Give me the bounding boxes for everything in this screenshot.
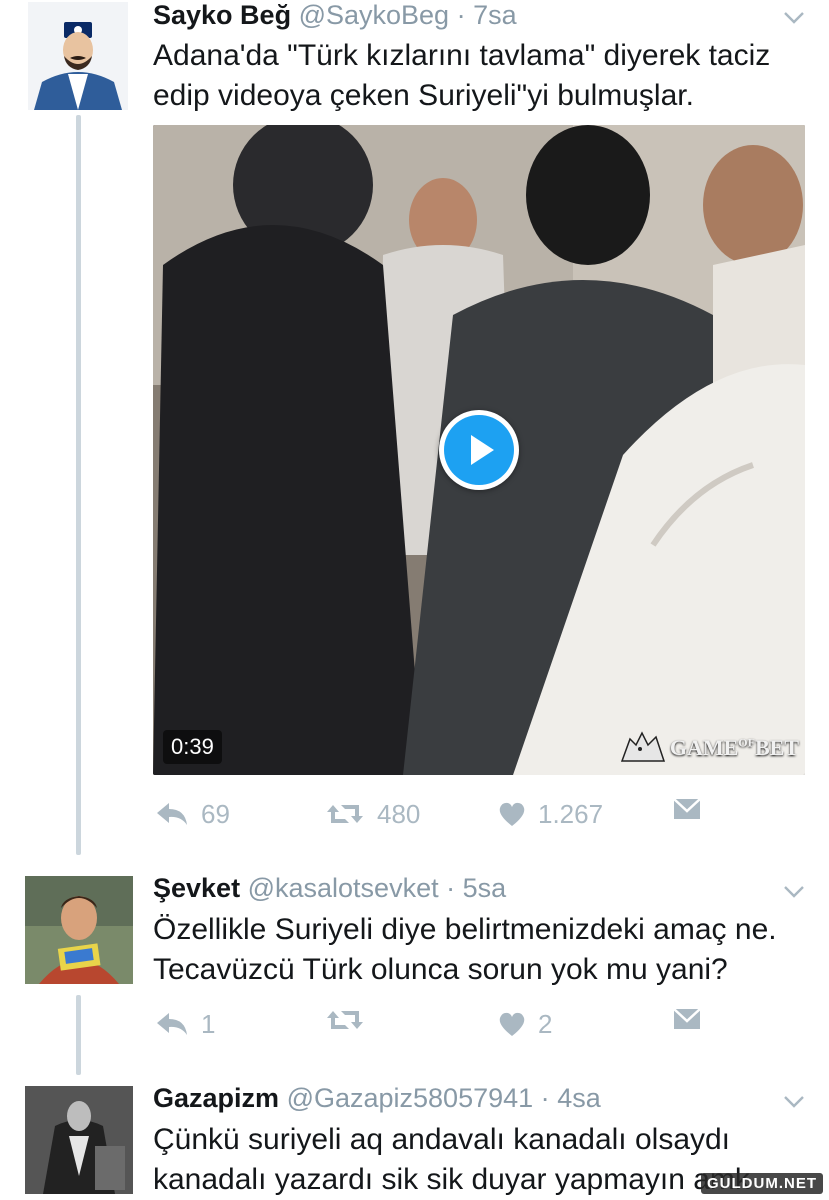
site-logo: GULDUM.NET bbox=[701, 1173, 823, 1194]
reply-action[interactable]: 1 bbox=[155, 1007, 215, 1041]
retweet-icon[interactable] bbox=[325, 1007, 365, 1033]
avatar[interactable] bbox=[25, 876, 133, 984]
display-name[interactable]: Sayko Beğ bbox=[153, 0, 291, 30]
like-count: 2 bbox=[538, 1009, 553, 1039]
separator: · bbox=[456, 0, 466, 30]
profile-portrait-icon bbox=[25, 1086, 133, 1194]
reply-count: 69 bbox=[201, 799, 230, 829]
separator: · bbox=[446, 873, 456, 903]
message-action[interactable] bbox=[672, 797, 702, 821]
tweet-text-line: Adana'da "Türk kızlarını tavlama" diyere… bbox=[153, 39, 771, 72]
tweet-text-line: kanadalı yazardı sik sik duyar yapmayın … bbox=[153, 1163, 750, 1196]
display-name[interactable]: Gazapizm bbox=[153, 1083, 279, 1113]
tweet-text: Çünkü suriyeli aq andavalı kanadalı olsa… bbox=[153, 1120, 750, 1200]
play-button[interactable] bbox=[439, 410, 519, 490]
avatar[interactable] bbox=[25, 1086, 133, 1194]
like-action[interactable]: 1.267 bbox=[498, 797, 603, 831]
display-name[interactable]: Şevket bbox=[153, 873, 240, 903]
tweet-text-line: Tecavüzcü Türk olunca sorun yok mu yani? bbox=[153, 953, 728, 986]
separator: · bbox=[540, 1083, 550, 1113]
timestamp[interactable]: 5sa bbox=[463, 873, 507, 903]
handle[interactable]: @kasalotsevket bbox=[248, 873, 439, 903]
retweet-action[interactable]: 480 bbox=[325, 797, 420, 831]
tweet-header: Şevket @kasalotsevket · 5sa bbox=[153, 873, 506, 903]
chevron-down-icon[interactable] bbox=[782, 1090, 806, 1114]
thread-line bbox=[76, 115, 81, 855]
tweet-header: Sayko Beğ @SaykoBeg · 7sa bbox=[153, 0, 517, 30]
watermark: GAMEOFBET bbox=[620, 731, 799, 765]
avatar[interactable] bbox=[28, 2, 128, 110]
heart-icon[interactable] bbox=[498, 801, 526, 827]
tweet-text-line: Çünkü suriyeli aq andavalı kanadalı olsa… bbox=[153, 1123, 731, 1156]
tweet-text-line: Özellikle Suriyeli diye belirtmenizdeki … bbox=[153, 913, 777, 946]
envelope-icon[interactable] bbox=[672, 797, 702, 821]
wolf-logo-icon bbox=[620, 731, 665, 762]
like-action[interactable]: 2 bbox=[498, 1007, 552, 1041]
retweet-icon[interactable] bbox=[325, 801, 365, 827]
heart-icon[interactable] bbox=[498, 1011, 526, 1037]
tweet-text: Adana'da "Türk kızlarını tavlama" diyere… bbox=[153, 36, 770, 116]
like-count: 1.267 bbox=[538, 799, 604, 829]
message-action[interactable] bbox=[672, 1007, 702, 1031]
reply-count: 1 bbox=[201, 1009, 216, 1039]
timestamp[interactable]: 7sa bbox=[473, 0, 517, 30]
handle[interactable]: @SaykoBeg bbox=[299, 0, 450, 30]
tweet-header: Gazapizm @Gazapiz58057941 · 4sa bbox=[153, 1083, 601, 1113]
envelope-icon[interactable] bbox=[672, 1007, 702, 1031]
retweet-action[interactable] bbox=[325, 1007, 377, 1033]
chevron-down-icon[interactable] bbox=[782, 6, 806, 30]
tweet-actions: 69 480 1.267 bbox=[155, 797, 715, 831]
handle[interactable]: @Gazapiz58057941 bbox=[287, 1083, 534, 1113]
play-icon bbox=[471, 435, 494, 465]
chevron-down-icon[interactable] bbox=[782, 880, 806, 904]
tweet-text-line: edip videoya çeken Suriyeli"yi bulmuşlar… bbox=[153, 79, 694, 112]
video-player[interactable]: 0:39 GAMEOFBET bbox=[153, 125, 805, 775]
tweet-actions: 1 2 bbox=[155, 1007, 715, 1041]
profile-portrait-icon bbox=[25, 876, 133, 984]
reply-icon[interactable] bbox=[155, 1011, 189, 1037]
video-duration: 0:39 bbox=[163, 730, 222, 764]
profile-portrait-icon bbox=[28, 2, 128, 110]
tweet-text: Özellikle Suriyeli diye belirtmenizdeki … bbox=[153, 910, 777, 990]
watermark-text: GAMEOFBET bbox=[669, 735, 799, 760]
retweet-count: 480 bbox=[377, 799, 421, 829]
reply-action[interactable]: 69 bbox=[155, 797, 230, 831]
timestamp[interactable]: 4sa bbox=[557, 1083, 601, 1113]
reply-icon[interactable] bbox=[155, 801, 189, 827]
thread-line bbox=[76, 995, 81, 1075]
